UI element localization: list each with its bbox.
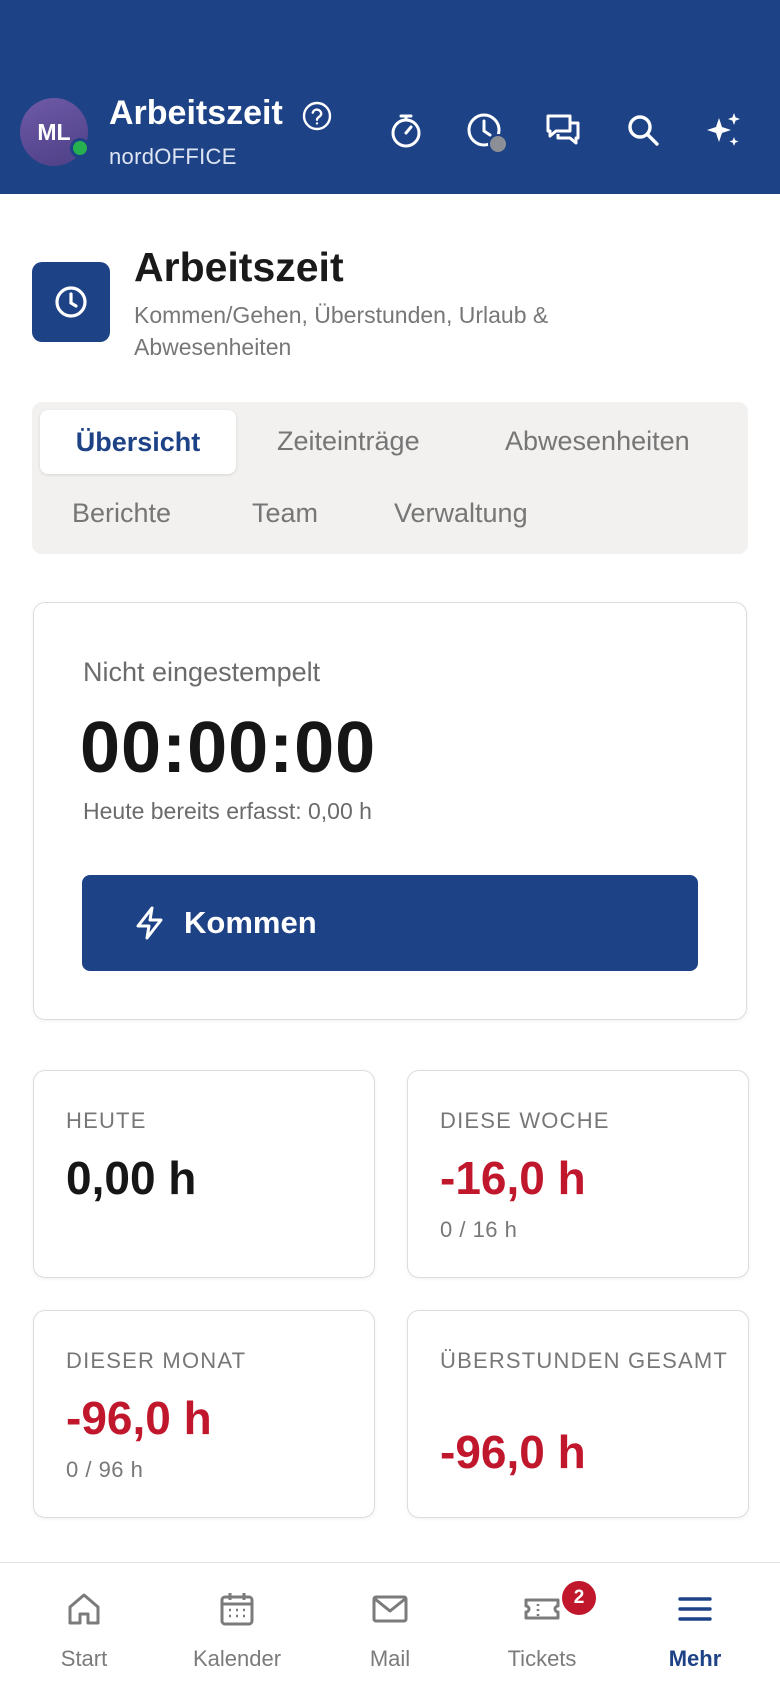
tab-bar: Übersicht Zeiteinträge Abwesenheiten Ber… bbox=[32, 402, 748, 554]
module-title: Arbeitszeit bbox=[134, 244, 344, 290]
stat-sub: 0 / 96 h bbox=[66, 1457, 144, 1482]
nav-label: Mehr bbox=[668, 1646, 722, 1671]
today-recorded: Heute bereits erfasst: 0,00 h bbox=[83, 798, 372, 824]
online-status-indicator bbox=[70, 138, 90, 158]
ticket-icon bbox=[524, 1598, 560, 1620]
nav-mail[interactable]: Mail bbox=[312, 1563, 468, 1689]
clock-timer: 00:00:00 bbox=[80, 708, 377, 788]
nav-kalender[interactable]: Kalender bbox=[159, 1563, 315, 1689]
nav-label: Tickets bbox=[507, 1646, 577, 1671]
stat-card-diese-woche: DIESE WOCHE -16,0 h 0 / 16 h bbox=[407, 1070, 749, 1278]
sparkles-icon[interactable] bbox=[703, 110, 743, 150]
tickets-badge: 2 bbox=[560, 1579, 598, 1617]
app-title: Arbeitszeit bbox=[109, 94, 283, 132]
tab-berichte[interactable]: Berichte bbox=[72, 498, 171, 529]
search-icon[interactable] bbox=[623, 110, 663, 150]
kommen-button-label: Kommen bbox=[184, 905, 317, 940]
help-icon[interactable] bbox=[301, 100, 333, 132]
nav-start[interactable]: Start bbox=[6, 1563, 162, 1689]
tab-abwesenheiten[interactable]: Abwesenheiten bbox=[505, 426, 690, 457]
kommen-button[interactable]: Kommen bbox=[82, 875, 698, 971]
calendar-icon bbox=[220, 1593, 254, 1626]
menu-icon bbox=[678, 1597, 712, 1621]
top-app-bar: ML Arbeitszeit nordOFFICE bbox=[0, 0, 780, 194]
tab-verwaltung[interactable]: Verwaltung bbox=[394, 498, 528, 529]
bottom-navigation: Start Kalender Mail 2 Tickets Mehr bbox=[0, 1562, 780, 1689]
stat-sub: 0 / 16 h bbox=[440, 1217, 518, 1242]
status-indicator bbox=[488, 134, 508, 154]
stat-label: DIESER MONAT bbox=[66, 1348, 247, 1373]
stat-value: -16,0 h bbox=[440, 1152, 586, 1204]
tab-team[interactable]: Team bbox=[252, 498, 318, 529]
organization-name: nordOFFICE bbox=[109, 144, 237, 169]
stat-label: DIESE WOCHE bbox=[440, 1108, 610, 1133]
stat-card-heute: HEUTE 0,00 h bbox=[33, 1070, 375, 1278]
stat-card-dieser-monat: DIESER MONAT -96,0 h 0 / 96 h bbox=[33, 1310, 375, 1518]
time-clock-card: Nicht eingestempelt 00:00:00 Heute berei… bbox=[33, 602, 747, 1020]
nav-label: Start bbox=[60, 1646, 108, 1671]
stat-card-ueberstunden-gesamt: ÜBERSTUNDEN GESAMT -96,0 h bbox=[407, 1310, 749, 1518]
module-description: Kommen/Gehen, Überstunden, Urlaub & Abwe… bbox=[134, 302, 549, 360]
stat-value: 0,00 h bbox=[66, 1152, 197, 1204]
home-icon bbox=[68, 1593, 100, 1625]
stopwatch-icon[interactable] bbox=[386, 110, 426, 150]
tab-zeiteintraege[interactable]: Zeiteinträge bbox=[277, 426, 420, 457]
module-clock-icon bbox=[32, 262, 110, 342]
nav-label: Mail bbox=[369, 1646, 411, 1671]
nav-mehr[interactable]: Mehr bbox=[617, 1563, 773, 1689]
avatar-initials: ML bbox=[37, 118, 71, 145]
stat-value: -96,0 h bbox=[440, 1426, 586, 1478]
tab-uebersicht[interactable]: Übersicht bbox=[40, 410, 236, 474]
nav-tickets[interactable]: 2 Tickets bbox=[464, 1563, 620, 1689]
stat-value: -96,0 h bbox=[66, 1392, 212, 1444]
chat-icon[interactable] bbox=[543, 110, 583, 150]
lightning-icon bbox=[136, 906, 163, 940]
nav-label: Kalender bbox=[192, 1646, 282, 1671]
avatar[interactable]: ML bbox=[20, 98, 90, 166]
stat-label: ÜBERSTUNDEN GESAMT bbox=[440, 1348, 729, 1373]
mail-icon bbox=[372, 1595, 408, 1623]
clock-history-icon[interactable] bbox=[464, 110, 508, 154]
stat-label: HEUTE bbox=[66, 1108, 147, 1133]
clock-status: Nicht eingestempelt bbox=[83, 657, 321, 687]
